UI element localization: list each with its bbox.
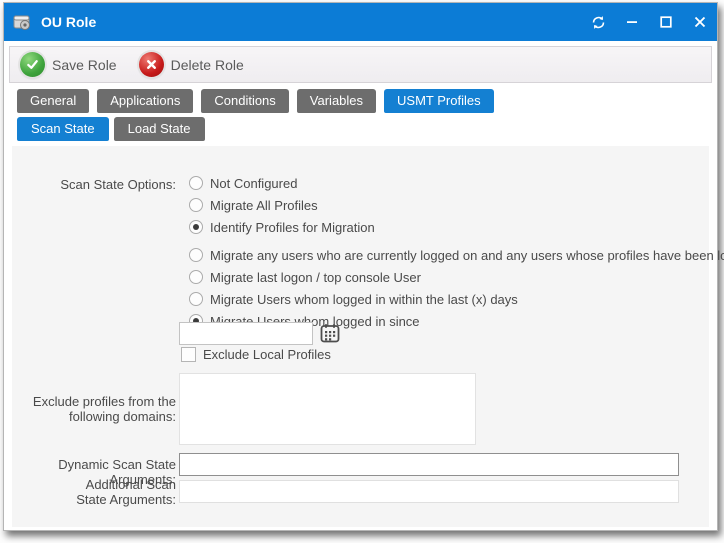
radio-migrate-last-logon[interactable]: Migrate last logon / top console User bbox=[189, 269, 421, 285]
save-check-icon bbox=[20, 52, 45, 77]
main-tab-strip: General Applications Conditions Variable… bbox=[17, 89, 712, 113]
tab-general[interactable]: General bbox=[17, 89, 89, 113]
radio-icon[interactable] bbox=[189, 248, 203, 262]
tab-variables[interactable]: Variables bbox=[297, 89, 376, 113]
save-role-label: Save Role bbox=[52, 57, 117, 73]
radio-label: Identify Profiles for Migration bbox=[210, 220, 375, 235]
exclude-domains-textarea[interactable] bbox=[179, 373, 476, 445]
scan-state-options-label: Scan State Options: bbox=[12, 177, 176, 192]
exclude-local-profiles-label: Exclude Local Profiles bbox=[203, 347, 331, 362]
delete-role-button[interactable]: Delete Role bbox=[139, 52, 244, 77]
additional-args-label: Additional Scan State Arguments: bbox=[52, 477, 176, 507]
radio-label: Migrate All Profiles bbox=[210, 198, 318, 213]
radio-label: Migrate last logon / top console User bbox=[210, 270, 421, 285]
delete-x-icon bbox=[139, 52, 164, 77]
scan-state-panel: Scan State Options: Not Configured Migra… bbox=[12, 146, 709, 527]
tab-load-state[interactable]: Load State bbox=[114, 117, 205, 141]
radio-icon[interactable] bbox=[189, 292, 203, 306]
calendar-icon[interactable] bbox=[320, 323, 340, 343]
tab-conditions[interactable]: Conditions bbox=[201, 89, 288, 113]
ou-role-window: OU Role bbox=[3, 2, 718, 531]
logged-in-since-date-input[interactable] bbox=[179, 322, 313, 345]
refresh-icon[interactable] bbox=[581, 3, 615, 41]
close-icon[interactable] bbox=[683, 3, 717, 41]
tab-scan-state[interactable]: Scan State bbox=[17, 117, 109, 141]
maximize-icon[interactable] bbox=[649, 3, 683, 41]
tab-usmt-profiles[interactable]: USMT Profiles bbox=[384, 89, 494, 113]
additional-args-input[interactable] bbox=[179, 480, 679, 503]
tab-applications[interactable]: Applications bbox=[97, 89, 193, 113]
radio-migrate-last-x-days[interactable]: Migrate Users whom logged in within the … bbox=[189, 291, 518, 307]
radio-identify-profiles[interactable]: Identify Profiles for Migration bbox=[189, 219, 375, 235]
screen: OU Role bbox=[0, 0, 724, 543]
radio-not-configured[interactable]: Not Configured bbox=[189, 175, 297, 191]
radio-label: Migrate any users who are currently logg… bbox=[210, 248, 724, 263]
radio-migrate-current-users[interactable]: Migrate any users who are currently logg… bbox=[189, 247, 724, 263]
window-title: OU Role bbox=[41, 14, 96, 30]
titlebar: OU Role bbox=[4, 3, 717, 41]
dynamic-args-input[interactable] bbox=[179, 453, 679, 476]
radio-icon-selected[interactable] bbox=[189, 220, 203, 234]
exclude-domains-label: Exclude profiles from the following doma… bbox=[26, 394, 176, 424]
radio-label: Not Configured bbox=[210, 176, 297, 191]
exclude-local-profiles-row[interactable]: Exclude Local Profiles bbox=[181, 346, 331, 362]
exclude-local-profiles-checkbox[interactable] bbox=[181, 347, 196, 362]
sub-tab-strip: Scan State Load State bbox=[17, 117, 712, 141]
minimize-icon[interactable] bbox=[615, 3, 649, 41]
radio-migrate-all-profiles[interactable]: Migrate All Profiles bbox=[189, 197, 318, 213]
delete-role-label: Delete Role bbox=[171, 57, 244, 73]
app-icon bbox=[13, 13, 33, 31]
save-role-button[interactable]: Save Role bbox=[20, 52, 117, 77]
window-body: Save Role Delete Role General Applicatio… bbox=[4, 41, 717, 530]
radio-icon[interactable] bbox=[189, 176, 203, 190]
radio-icon[interactable] bbox=[189, 270, 203, 284]
toolbar: Save Role Delete Role bbox=[9, 46, 712, 83]
radio-label: Migrate Users whom logged in within the … bbox=[210, 292, 518, 307]
window-controls bbox=[581, 3, 717, 41]
radio-icon[interactable] bbox=[189, 198, 203, 212]
